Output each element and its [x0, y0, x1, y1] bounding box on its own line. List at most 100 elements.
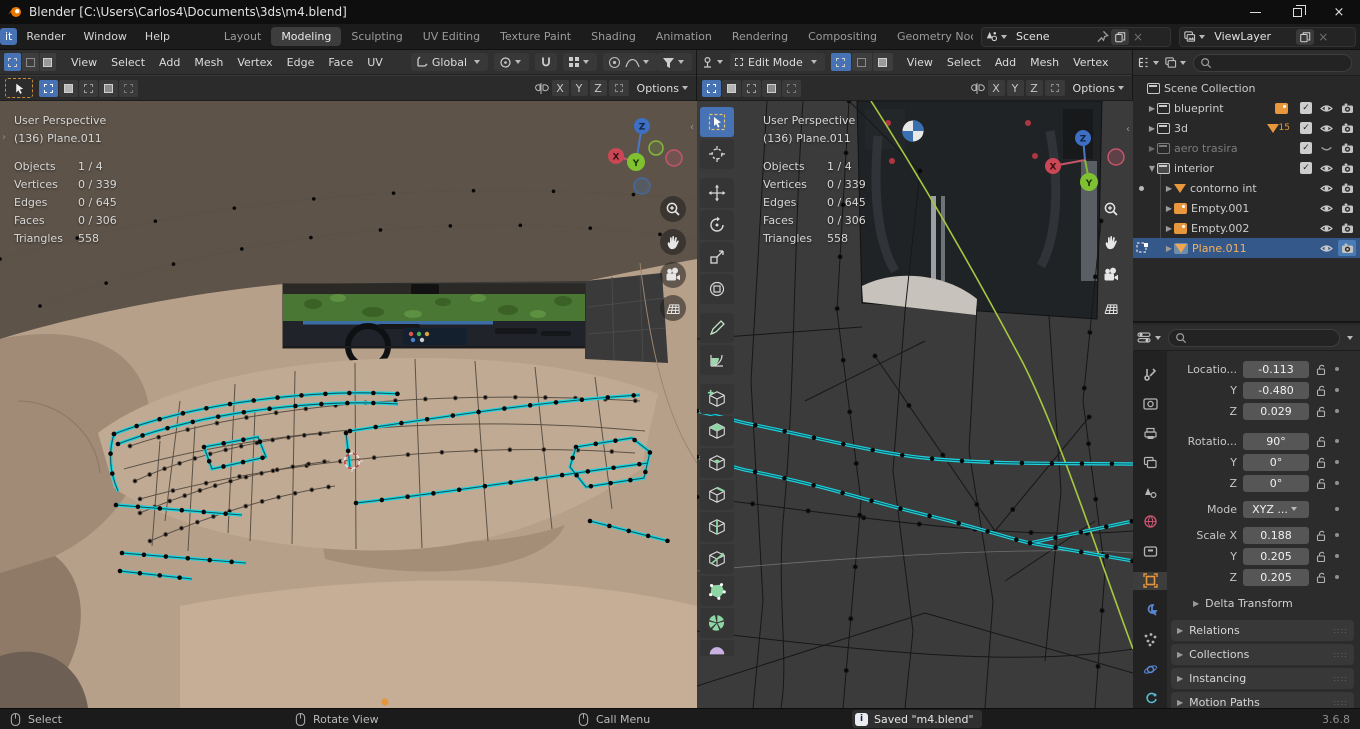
expand-icon[interactable]: ▶	[1147, 144, 1157, 153]
tool-loop-cut[interactable]	[700, 512, 734, 542]
disable-render-camera-icon[interactable]	[1341, 102, 1354, 114]
tab-object[interactable]	[1133, 571, 1167, 590]
select-set-intersect-button[interactable]	[782, 79, 801, 97]
tab-physics[interactable]	[1133, 660, 1167, 679]
sidebar-collapse-chevron[interactable]: ‹	[690, 122, 694, 133]
outliner-row-blueprint[interactable]: ▶ blueprint ✓	[1133, 98, 1360, 118]
tool-scale[interactable]	[700, 242, 734, 272]
tool-cursor[interactable]	[700, 139, 734, 169]
tool-select-box[interactable]	[700, 107, 734, 137]
disable-render-camera-icon[interactable]	[1341, 202, 1354, 214]
snap-corner-icon[interactable]	[1044, 80, 1065, 96]
proportional-editing-controls[interactable]	[603, 53, 657, 71]
workspace-tab-geometry-nodes[interactable]: Geometry Noc	[887, 27, 973, 46]
viewport-left[interactable]: View Select Add Mesh Vertex Edge Face UV…	[0, 50, 697, 708]
tool-transform[interactable]	[700, 274, 734, 304]
scale-z-field[interactable]: 0.205	[1243, 568, 1309, 586]
tab-modifiers[interactable]	[1133, 601, 1167, 620]
disable-render-camera-icon[interactable]	[1338, 240, 1356, 256]
menu-edit-partial[interactable]: it	[0, 28, 18, 45]
hide-eye-icon[interactable]	[1320, 242, 1333, 255]
scene-selector[interactable]: Scene ×	[981, 26, 1172, 47]
menu-add[interactable]: Add	[988, 53, 1023, 72]
pivot-point-dropdown[interactable]	[494, 53, 529, 71]
outliner-row-aero-trasira[interactable]: ▶ aero trasira ✓	[1133, 138, 1360, 158]
tool-poly-build[interactable]	[700, 576, 734, 606]
navigation-gizmo[interactable]: Z X Y	[596, 110, 692, 196]
expand-icon[interactable]: ▶	[1147, 124, 1157, 133]
menu-help[interactable]: Help	[136, 27, 179, 46]
ortho-grid-icon[interactable]	[660, 295, 686, 321]
mirror-x-toggle[interactable]: X	[551, 80, 569, 96]
hide-eye-icon[interactable]	[1320, 182, 1333, 195]
viewlayer-name[interactable]: ViewLayer	[1208, 30, 1294, 43]
new-scene-button[interactable]	[1111, 28, 1130, 45]
workspace-tab-animation[interactable]: Animation	[646, 27, 722, 46]
tool-measure[interactable]	[700, 345, 734, 375]
workspace-tab-shading[interactable]: Shading	[581, 27, 646, 46]
lock-icon[interactable]	[1315, 384, 1327, 397]
checkbox-icon[interactable]: ✓	[1300, 102, 1312, 114]
hide-eye-icon[interactable]	[1320, 122, 1333, 135]
tool-add-cube[interactable]	[700, 384, 734, 414]
tool-knife[interactable]	[700, 544, 734, 574]
mirror-x-toggle[interactable]: X	[987, 80, 1005, 96]
edge-select-mode-button[interactable]	[851, 53, 872, 71]
animate-dot[interactable]	[1335, 460, 1339, 464]
tool-annotate[interactable]	[700, 313, 734, 343]
hide-eye-icon[interactable]	[1320, 102, 1333, 115]
tab-render[interactable]	[1133, 395, 1167, 414]
scene-name[interactable]: Scene	[1010, 30, 1096, 43]
menu-uv[interactable]: UV	[360, 53, 390, 72]
minimize-button[interactable]	[1234, 0, 1276, 24]
properties-search-input[interactable]	[1168, 328, 1340, 347]
lock-icon[interactable]	[1315, 435, 1327, 448]
menu-view[interactable]: View	[900, 53, 940, 72]
hide-eye-icon[interactable]	[1320, 222, 1333, 235]
tab-output[interactable]	[1133, 424, 1167, 443]
delta-transform-subpanel[interactable]: ▶ Delta Transform	[1167, 593, 1356, 613]
menu-vertex[interactable]: Vertex	[1066, 53, 1115, 72]
checkbox-icon[interactable]: ✓	[1300, 162, 1312, 174]
disable-render-camera-icon[interactable]	[1341, 142, 1354, 154]
toolbar-collapse-chevron[interactable]: ›	[2, 132, 6, 143]
lock-icon[interactable]	[1315, 477, 1327, 490]
vertex-select-mode-button[interactable]	[4, 53, 21, 71]
face-select-mode-button[interactable]	[872, 53, 893, 71]
rotation-z-field[interactable]: 0°	[1243, 474, 1309, 492]
rotation-y-field[interactable]: 0°	[1243, 453, 1309, 471]
select-set-invert-button[interactable]	[762, 79, 781, 97]
hide-eye-icon[interactable]	[1320, 202, 1333, 215]
outliner-display-mode-dropdown[interactable]	[1164, 56, 1189, 69]
workspace-tab-sculpting[interactable]: Sculpting	[341, 27, 412, 46]
close-button[interactable]: ×	[1318, 0, 1360, 24]
unlink-scene-icon[interactable]: ×	[1129, 30, 1147, 44]
location-y-field[interactable]: -0.480	[1243, 381, 1309, 399]
select-set-new-button[interactable]	[39, 79, 58, 97]
mirror-y-toggle[interactable]: Y	[570, 80, 588, 96]
outliner-row-plane-011[interactable]: ▶ Plane.011	[1133, 238, 1360, 258]
mirror-z-toggle[interactable]: Z	[1025, 80, 1043, 96]
menu-face[interactable]: Face	[321, 53, 360, 72]
animate-dot[interactable]	[1335, 439, 1339, 443]
outliner-row-empty-002[interactable]: ▶ Empty.002	[1133, 218, 1360, 238]
properties-editor[interactable]: Locatio... -0.113 Y -0.480 Z 0.029 Rotat…	[1133, 325, 1360, 713]
snap-settings-dropdown[interactable]	[563, 53, 597, 71]
tool-extrude-region[interactable]	[700, 416, 734, 446]
workspace-tab-compositing[interactable]: Compositing	[798, 27, 887, 46]
tool-move[interactable]	[700, 178, 734, 208]
disable-render-camera-icon[interactable]	[1341, 122, 1354, 134]
chevron-down-icon[interactable]	[1347, 335, 1353, 340]
animate-dot[interactable]	[1335, 554, 1339, 558]
scale-y-field[interactable]: 0.205	[1243, 547, 1309, 565]
tool-rotate[interactable]	[700, 210, 734, 240]
menu-edge[interactable]: Edge	[280, 53, 322, 72]
animate-dot[interactable]	[1335, 507, 1339, 511]
lock-icon[interactable]	[1315, 529, 1327, 542]
animate-dot[interactable]	[1335, 409, 1339, 413]
lock-icon[interactable]	[1315, 550, 1327, 563]
active-tool-tweak-button[interactable]	[5, 78, 33, 98]
pin-icon[interactable]	[1096, 30, 1109, 43]
tool-smooth[interactable]	[700, 640, 734, 656]
outliner-editor-dropdown[interactable]	[1137, 56, 1162, 69]
